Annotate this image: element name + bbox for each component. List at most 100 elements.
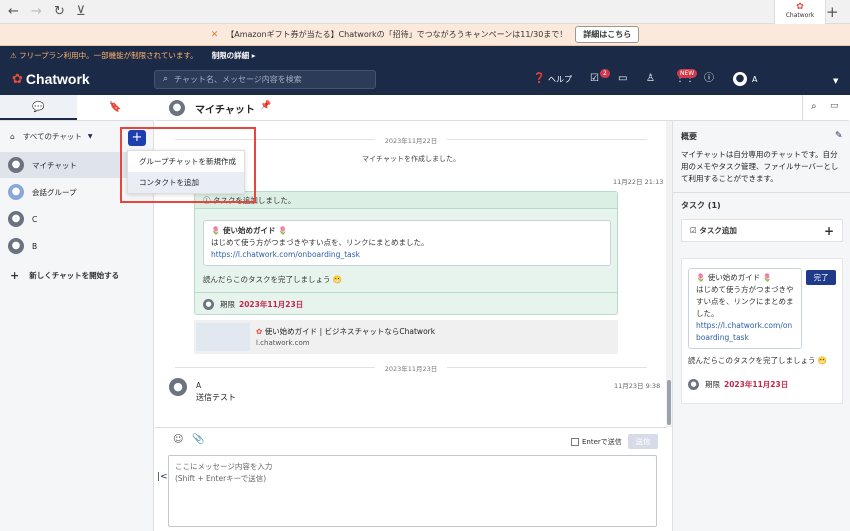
timestamp: 11月23日 9:38 — [614, 382, 661, 390]
browser-tab[interactable]: ✿ Chatwork — [774, 0, 826, 24]
task-complete-text: 読んだらこのタスクを完了しましょう — [688, 356, 816, 365]
room-info-panel: 概要 ✎ マイチャットは自分専用のチャットです。自分用のメモやタスク管理、ファイ… — [672, 121, 850, 531]
file-icon[interactable]: ▭ — [618, 72, 627, 86]
room-name: B — [32, 241, 38, 251]
emoji-icon: 😬 — [817, 356, 828, 365]
room-name: C — [32, 214, 38, 224]
user-name[interactable]: A — [752, 73, 757, 87]
enter-send-checkbox[interactable] — [571, 438, 579, 446]
room-item-c[interactable]: ● C — [0, 206, 153, 232]
new-tab-icon[interactable]: + — [826, 4, 839, 20]
pin-icon[interactable]: 📌 — [260, 101, 271, 111]
freeplan-detail-link[interactable]: 制限の詳細 ▸ — [212, 50, 256, 61]
message-input[interactable]: ここにメッセージ内容を入力 (Shift + Enterキーで送信) — [168, 455, 657, 527]
task-message-card: ⓘ タスクを追加しました。 🌷 使い始めガイド 🌷 はじめて使う方がつまづきやす… — [194, 191, 618, 315]
overview-text: マイチャットは自分専用のチャットです。自分用のメモやタスク管理、ファイルサーバー… — [681, 150, 839, 183]
reload-icon[interactable]: ↻ — [54, 4, 65, 20]
tulip-icon: 🌷 — [211, 226, 221, 235]
tulip-icon: 🌷 — [762, 273, 772, 282]
enter-send-toggle[interactable]: Enterで送信 — [571, 437, 622, 447]
help-icon[interactable]: ❓ — [533, 72, 545, 86]
group-avatar: ● — [8, 184, 24, 200]
guide-title: 使い始めガイド — [222, 226, 276, 235]
attach-icon[interactable]: 📎 — [192, 434, 204, 445]
user-avatar[interactable]: ● — [733, 72, 747, 86]
due-row: ● 期限 2023年11月23日 — [195, 292, 617, 315]
tulip-icon: 🌷 — [696, 273, 706, 282]
task-count-badge: 2 — [600, 69, 610, 78]
new-chat-button[interactable]: + 新しくチャットを開始する — [10, 269, 119, 282]
sidebar-tabs: 💬 🔖 — [0, 95, 154, 121]
folder-icon[interactable]: ▭ — [830, 101, 839, 111]
message-body: 送信テスト — [196, 393, 236, 402]
task-icon[interactable]: ☑ — [590, 72, 599, 86]
task-add-label: タスク追加 — [699, 226, 737, 235]
link-title-row: ✿ 使い始めガイド | ビジネスチャットならChatwork — [256, 326, 435, 337]
promo-detail-button[interactable]: 詳細はこちら — [575, 26, 640, 43]
forward-icon[interactable]: → — [31, 4, 42, 20]
task-guide-link[interactable]: https://l.chatwork.com/onboarding_task — [696, 321, 792, 342]
tulip-icon: 🌷 — [278, 226, 288, 235]
tab-title: Chatwork — [785, 12, 815, 19]
avatar: ● — [688, 379, 699, 390]
room-item-b[interactable]: ● B — [0, 233, 153, 259]
chatwork-logo-icon: ✿ — [796, 2, 804, 12]
complete-button[interactable]: 完了 — [806, 270, 836, 285]
search-placeholder: チャット名、メッセージ内容を検索 — [174, 75, 302, 84]
due-date: 2023年11月23日 — [724, 380, 789, 389]
info-icon[interactable]: ⓘ — [704, 72, 714, 86]
guide-link[interactable]: https://l.chatwork.com/onboarding_task — [211, 250, 360, 259]
room-name: マイチャット — [32, 160, 77, 170]
avatar[interactable]: ● — [169, 378, 187, 396]
collapse-icon[interactable]: |< — [157, 472, 168, 482]
scrollbar-thumb[interactable] — [667, 380, 671, 425]
avatar: ● — [203, 298, 214, 310]
tab-bookmarks[interactable]: 🔖 — [77, 95, 154, 120]
contact-icon[interactable]: ♙ — [646, 72, 655, 86]
chat-filter[interactable]: ⌂ すべてのチャット ▼ — [10, 131, 93, 142]
date-separator: 2023年11月23日 — [155, 363, 667, 373]
help-link[interactable]: ヘルプ — [548, 73, 572, 87]
avatar: ● — [8, 211, 24, 227]
guide-box: 🌷 使い始めガイド 🌷 はじめて使う方がつまづきやすい点を、リンクにまとめました… — [203, 220, 611, 266]
link-domain: l.chatwork.com — [256, 339, 310, 347]
task-add-button[interactable]: ☑ タスク追加 + — [681, 219, 843, 242]
back-icon[interactable]: ← — [8, 4, 19, 20]
task-guide-box: 🌷 使い始めガイド 🌷 はじめて使う方がつまづきやすい点を、リンクにまとめました… — [688, 268, 802, 349]
task-complete-row: 読んだらこのタスクを完了しましょう 😬 — [688, 355, 827, 366]
due-date: 2023年11月23日 — [239, 299, 304, 309]
send-button[interactable]: 送信 — [628, 434, 658, 449]
chatwork-logo-icon: ✿ — [12, 71, 23, 87]
overview-title: 概要 — [681, 132, 697, 141]
emoji-icon: 😬 — [332, 275, 343, 284]
search-input[interactable]: ⌕ チャット名、メッセージ内容を検索 — [154, 70, 376, 89]
chat-icon: 💬 — [32, 102, 45, 113]
brand-logo[interactable]: ✿ Chatwork — [12, 71, 90, 87]
composer: ☺ 📎 Enterで送信 送信 |< ここにメッセージ内容を入力 (Shift … — [155, 427, 667, 531]
room-title: マイチャット — [195, 105, 255, 116]
home-icon: ⌂ — [10, 132, 15, 141]
caret-down-icon[interactable]: ▼ — [833, 74, 838, 88]
promo-banner: ✕ 【Amazonギフト券が当たる】Chatworkの「招待」でつながろうキャン… — [0, 24, 850, 46]
link-title: 使い始めガイド | ビジネスチャットならChatwork — [264, 327, 436, 336]
message-sender[interactable]: A — [196, 381, 201, 390]
highlight-box — [120, 127, 256, 203]
task-item: 🌷 使い始めガイド 🌷 はじめて使う方がつまづきやすい点を、リンクにまとめました… — [681, 258, 843, 404]
link-preview[interactable]: ✿ 使い始めガイド | ビジネスチャットならChatwork l.chatwor… — [194, 320, 618, 354]
edit-icon[interactable]: ✎ — [835, 131, 843, 141]
download-icon[interactable]: ⊻ — [76, 4, 86, 20]
due-label: 期限 — [220, 299, 235, 309]
due-label: 期限 — [705, 380, 720, 389]
emoji-icon[interactable]: ☺ — [173, 434, 183, 445]
task-guide-body: はじめて使う方がつまづきやすい点を、リンクにまとめました。 — [696, 285, 794, 318]
close-icon[interactable]: ✕ — [211, 30, 219, 40]
room-header: ● マイチャット 📌 ⌕ ▭ — [155, 95, 849, 121]
complete-text-row: 読んだらこのタスクを完了しましょう 😬 — [203, 274, 342, 285]
divider — [673, 192, 850, 193]
tab-chats[interactable]: 💬 — [0, 95, 77, 120]
complete-text: 読んだらこのタスクを完了しましょう — [203, 275, 331, 284]
plus-icon: + — [10, 269, 20, 282]
guide-body: はじめて使う方がつまづきやすい点を、リンクにまとめました。 — [211, 238, 429, 247]
search-icon[interactable]: ⌕ — [811, 101, 817, 112]
new-badge: NEW — [677, 69, 698, 78]
